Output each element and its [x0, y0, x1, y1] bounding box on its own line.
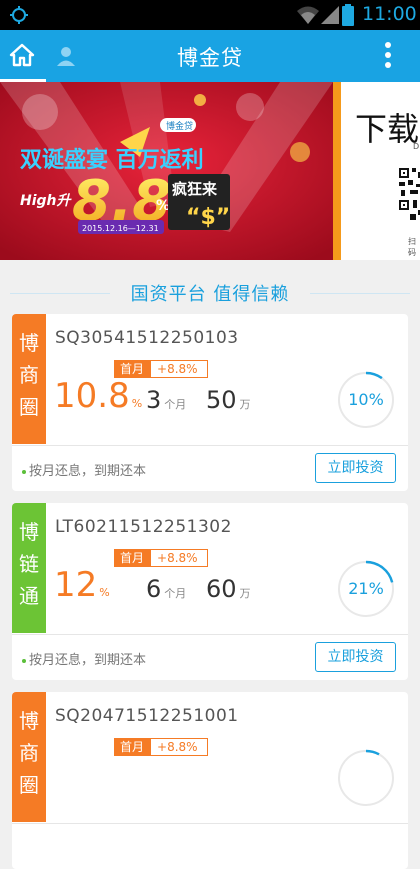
promo-percent: % — [156, 198, 170, 214]
app-bar: 博金贷 — [0, 30, 420, 82]
promo-banner-image: 双诞盛宴 百万返利 High升 8.8 % 疯狂来 “$” 博金贷 2015.1… — [0, 82, 333, 260]
badge-label: 首月 — [114, 738, 151, 756]
product-category-tag: 博商圈 — [12, 692, 46, 822]
more-vert-icon — [385, 42, 391, 68]
crosshair-icon — [10, 6, 28, 24]
product-card[interactable]: 博商圈 SQ20471512251001 首月 +8.8% — [12, 692, 408, 869]
rate-value: 10.8 — [54, 376, 130, 416]
product-category-tag: 博商圈 — [12, 314, 46, 444]
product-tag-char: 圈 — [19, 395, 39, 419]
invest-now-button[interactable]: 立即投资 — [315, 453, 396, 483]
download-subtext: D — [413, 142, 420, 151]
product-tag-char: 商 — [19, 363, 39, 387]
download-panel: 下载 D 扫码 — [333, 82, 420, 260]
loan-term: 3 个月 — [146, 386, 186, 414]
product-tag-char: 链 — [19, 552, 39, 576]
loan-amount: 60 万 — [206, 575, 251, 603]
badge-bonus: +8.8% — [150, 738, 209, 756]
progress-label — [334, 746, 398, 810]
promo-dates: 2015.12.16—12.31 — [82, 224, 159, 233]
rate-unit: % — [131, 397, 143, 410]
product-code: SQ30541512250103 — [55, 328, 239, 348]
loan-amount: 50 万 — [206, 386, 251, 414]
product-tag-char: 博 — [19, 520, 39, 544]
product-tag-char: 通 — [19, 584, 39, 608]
loan-term: 6 个月 — [146, 575, 186, 603]
repayment-method: 按月还息，到期还本 — [22, 460, 146, 479]
scan-text: 扫码 — [408, 237, 416, 257]
wifi-icon — [297, 6, 319, 24]
svg-text:“$”: “$” — [186, 205, 230, 230]
slogan: 国资平台 值得信赖 — [130, 284, 290, 305]
slogan-row: 国资平台 值得信赖 — [10, 280, 410, 308]
term-unit: 个月 — [164, 398, 187, 411]
first-month-bonus-badge: 首月 +8.8% — [114, 738, 209, 756]
status-bar: 11:00 — [0, 0, 420, 30]
term-value: 3 — [146, 386, 162, 414]
badge-bonus: +8.8% — [150, 360, 209, 378]
repayment-text: 按月还息，到期还本 — [29, 464, 147, 479]
app-title: 博金贷 — [177, 46, 243, 70]
promo-crazy: 疯狂来 — [172, 180, 218, 198]
promo-high-text: High升 — [20, 193, 73, 209]
qr-code-icon — [398, 166, 420, 224]
product-tag-char: 博 — [19, 331, 39, 355]
amount-unit: 万 — [239, 398, 251, 411]
repayment-method: 按月还息，到期还本 — [22, 649, 146, 668]
product-code: SQ20471512251001 — [55, 706, 239, 726]
signal-icon — [321, 6, 339, 24]
progress-label: 21% — [348, 579, 384, 598]
battery-icon — [342, 4, 354, 26]
bullet-icon — [22, 469, 26, 474]
annual-rate — [54, 754, 56, 794]
product-tag-char: 圈 — [19, 773, 39, 797]
card-divider — [12, 634, 408, 635]
product-tag-char: 商 — [19, 741, 39, 765]
repayment-text: 按月还息，到期还本 — [29, 653, 147, 668]
product-category-tag: 博链通 — [12, 503, 46, 633]
annual-rate: 12% — [54, 565, 110, 605]
rate-value: 12 — [54, 565, 98, 605]
clock: 11:00 — [362, 3, 417, 25]
bullet-icon — [22, 658, 26, 663]
card-divider — [12, 445, 408, 446]
amount-unit: 万 — [239, 587, 251, 600]
badge-label: 首月 — [114, 549, 151, 567]
amount-value: 60 — [206, 575, 237, 603]
first-month-bonus-badge: 首月 +8.8% — [114, 549, 209, 567]
loan-term — [146, 764, 149, 792]
promo-badge: 博金贷 — [166, 120, 193, 132]
product-list: 国资平台 值得信赖 博商圈 SQ30541512250103 首月 +8.8% … — [0, 260, 420, 869]
term-value: 6 — [146, 575, 162, 603]
overflow-menu-button[interactable] — [376, 38, 400, 74]
rate-unit: % — [99, 586, 110, 599]
card-divider — [12, 823, 408, 824]
product-tag-char: 博 — [19, 709, 39, 733]
progress-label: 10% — [348, 390, 384, 409]
product-card[interactable]: 博商圈 SQ30541512250103 首月 +8.8% 10.8% 3 个月 … — [12, 314, 408, 491]
annual-rate: 10.8% — [54, 376, 142, 416]
loan-amount — [206, 764, 209, 792]
promo-banner-carousel[interactable]: 双诞盛宴 百万返利 High升 8.8 % 疯狂来 “$” 博金贷 2015.1… — [0, 82, 420, 260]
invest-now-button[interactable]: 立即投资 — [315, 642, 396, 672]
product-code: LT60211512251302 — [55, 517, 232, 537]
product-card[interactable]: 博链通 LT60211512251302 首月 +8.8% 12% 6 个月 60… — [12, 503, 408, 680]
download-text: 下载 — [355, 110, 420, 148]
term-unit: 个月 — [164, 587, 187, 600]
amount-value: 50 — [206, 386, 237, 414]
badge-bonus: +8.8% — [150, 549, 209, 567]
